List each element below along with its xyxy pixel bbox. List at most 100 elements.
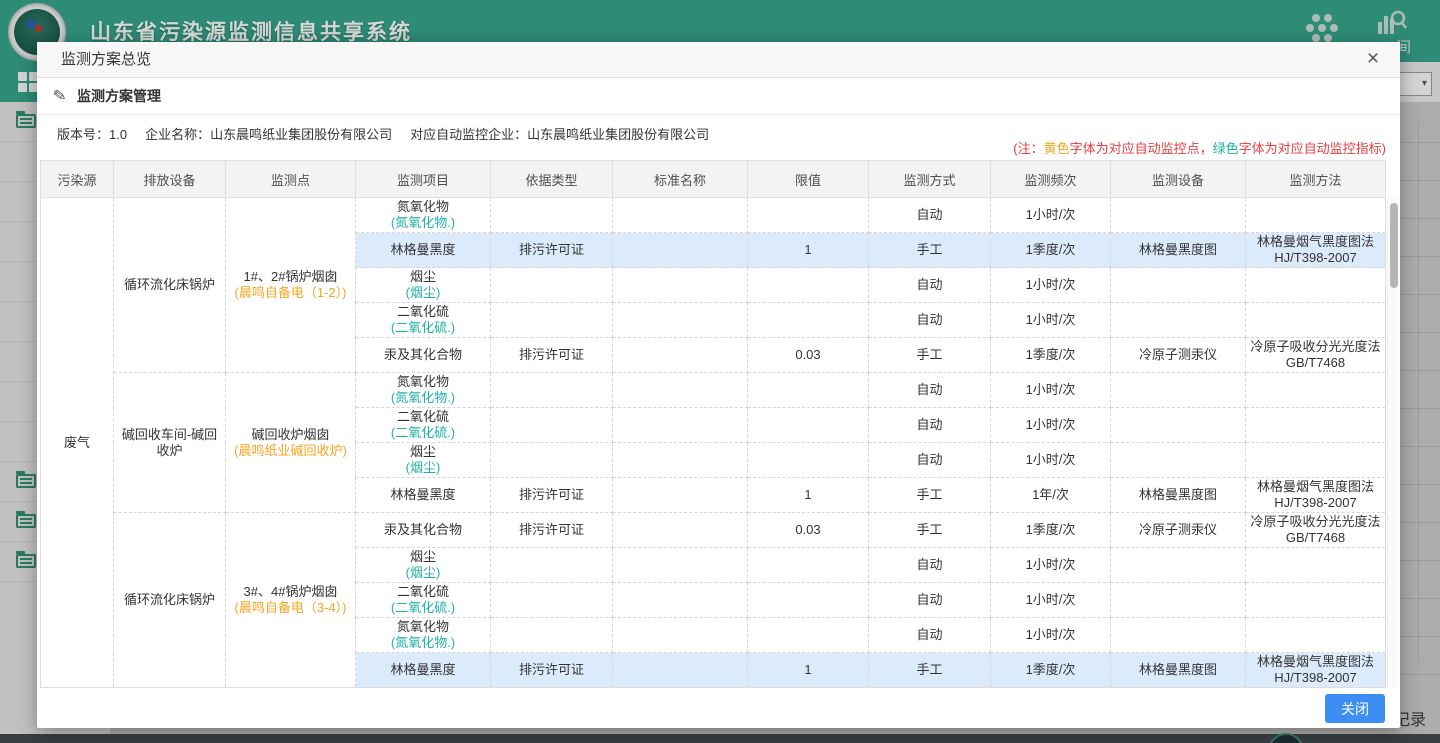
table-scrollbar[interactable] bbox=[1387, 197, 1399, 687]
standard-name-cell bbox=[613, 373, 748, 408]
monitor-mode-cell: 自动 bbox=[869, 198, 991, 233]
monitor-item-cell: 氮氧化物(氮氧化物.) bbox=[356, 618, 491, 653]
note-text: (注： bbox=[1013, 141, 1043, 156]
monitor-item-name: 林格曼黑度 bbox=[360, 487, 486, 503]
basis-type-cell: 排污许可证 bbox=[491, 478, 613, 513]
pen-icon: ✎ bbox=[52, 85, 68, 107]
monitor-item-cell: 汞及其化合物 bbox=[356, 513, 491, 548]
auto-monitor-indicator-name: (氮氧化物.) bbox=[360, 635, 486, 651]
monitor-method-cell bbox=[1246, 268, 1386, 303]
basis-type-cell bbox=[491, 548, 613, 583]
monitor-method-cell: 冷原子吸收分光光度法GB/T7468 bbox=[1246, 338, 1386, 373]
column-header: 监测项目 bbox=[356, 161, 491, 198]
note-text: 字体为对应自动监控指标) bbox=[1239, 141, 1386, 156]
monitor-device-cell bbox=[1111, 618, 1246, 653]
monitor-frequency-cell: 1小时/次 bbox=[991, 408, 1111, 443]
monitor-method-cell: 林格曼烟气黑度图法HJ/T398-2007 bbox=[1246, 233, 1386, 268]
column-header: 监测设备 bbox=[1111, 161, 1246, 198]
limit-value-cell bbox=[748, 373, 869, 408]
version-value: 1.0 bbox=[109, 127, 127, 142]
monitor-frequency-cell: 1季度/次 bbox=[991, 513, 1111, 548]
monitor-item-cell: 汞及其化合物 bbox=[356, 338, 491, 373]
monitor-frequency-cell: 1季度/次 bbox=[991, 338, 1111, 373]
basis-type-cell bbox=[491, 408, 613, 443]
standard-name-cell bbox=[613, 513, 748, 548]
color-legend-note: (注：黄色字体为对应自动监控点，绿色字体为对应自动监控指标) bbox=[1013, 138, 1386, 157]
version-label: 版本号： bbox=[57, 127, 109, 142]
equipment-cell: 循环流化床锅炉 bbox=[114, 513, 226, 688]
monitor-frequency-cell: 1小时/次 bbox=[991, 303, 1111, 338]
monitor-frequency-cell: 1季度/次 bbox=[991, 233, 1111, 268]
monitor-method-cell bbox=[1246, 303, 1386, 338]
monitor-mode-cell: 自动 bbox=[869, 443, 991, 478]
monitor-item-cell: 氮氧化物(氮氧化物.) bbox=[356, 198, 491, 233]
equipment-cell: 碱回收车间-碱回收炉 bbox=[114, 373, 226, 513]
column-header: 标准名称 bbox=[613, 161, 748, 198]
auto-monitor-point-name: (晨鸣自备电（3-4）) bbox=[230, 600, 351, 616]
monitor-method-cell bbox=[1246, 618, 1386, 653]
basis-type-cell bbox=[491, 443, 613, 478]
auto-company-value: 山东晨鸣纸业集团股份有限公司 bbox=[527, 127, 709, 142]
standard-name-cell bbox=[613, 338, 748, 373]
monitor-item-name: 汞及其化合物 bbox=[360, 522, 486, 538]
limit-value-cell bbox=[748, 408, 869, 443]
note-yellow-word: 黄色 bbox=[1044, 141, 1070, 156]
auto-monitor-indicator-name: (氮氧化物.) bbox=[360, 390, 486, 406]
standard-name-cell bbox=[613, 268, 748, 303]
standard-name-cell bbox=[613, 443, 748, 478]
monitor-item-cell: 二氧化硫(二氧化硫.) bbox=[356, 408, 491, 443]
auto-monitor-point-name: (晨鸣自备电（1-2）) bbox=[230, 285, 351, 301]
equipment-cell: 循环流化床锅炉 bbox=[114, 198, 226, 373]
monitor-frequency-cell: 1小时/次 bbox=[991, 373, 1111, 408]
monitor-mode-cell: 自动 bbox=[869, 618, 991, 653]
info-row: 版本号：1.0企业名称：山东晨鸣纸业集团股份有限公司对应自动监控企业：山东晨鸣纸… bbox=[37, 115, 1400, 160]
monitor-device-cell: 林格曼黑度图 bbox=[1111, 233, 1246, 268]
basis-type-cell: 排污许可证 bbox=[491, 653, 613, 688]
limit-value-cell bbox=[748, 548, 869, 583]
company-value: 山东晨鸣纸业集团股份有限公司 bbox=[210, 127, 392, 142]
plan-table-body: 废气循环流化床锅炉1#、2#锅炉烟囱(晨鸣自备电（1-2）)氮氧化物(氮氧化物.… bbox=[41, 198, 1386, 688]
monitor-item-name: 烟尘 bbox=[360, 444, 486, 460]
monitor-item-name: 二氧化硫 bbox=[360, 409, 486, 425]
company-label: 企业名称： bbox=[145, 127, 210, 142]
basis-type-cell bbox=[491, 303, 613, 338]
monitor-item-name: 氮氧化物 bbox=[360, 619, 486, 635]
monitoring-plan-table: 污染源排放设备监测点监测项目依据类型标准名称限值监测方式监测频次监测设备监测方法… bbox=[40, 160, 1386, 688]
table-header-row: 污染源排放设备监测点监测项目依据类型标准名称限值监测方式监测频次监测设备监测方法 bbox=[41, 161, 1386, 198]
monitor-item-cell: 林格曼黑度 bbox=[356, 233, 491, 268]
monitor-mode-cell: 自动 bbox=[869, 408, 991, 443]
table-row[interactable]: 废气循环流化床锅炉1#、2#锅炉烟囱(晨鸣自备电（1-2）)氮氧化物(氮氧化物.… bbox=[41, 198, 1386, 233]
monitor-item-cell: 烟尘(烟尘) bbox=[356, 548, 491, 583]
modal-title: 监测方案总览 bbox=[61, 42, 151, 78]
table-row[interactable]: 循环流化床锅炉3#、4#锅炉烟囱(晨鸣自备电（3-4）)汞及其化合物排污许可证0… bbox=[41, 513, 1386, 548]
plan-info-line: 版本号：1.0企业名称：山东晨鸣纸业集团股份有限公司对应自动监控企业：山东晨鸣纸… bbox=[57, 124, 727, 143]
monitor-method-cell bbox=[1246, 373, 1386, 408]
standard-name-cell bbox=[613, 303, 748, 338]
close-button[interactable]: 关闭 bbox=[1325, 694, 1385, 723]
limit-value-cell bbox=[748, 303, 869, 338]
monitor-method-cell: 林格曼烟气黑度图法HJ/T398-2007 bbox=[1246, 478, 1386, 513]
monitor-mode-cell: 手工 bbox=[869, 513, 991, 548]
basis-type-cell bbox=[491, 268, 613, 303]
modal-title-bar: 监测方案总览 × bbox=[37, 42, 1400, 78]
limit-value-cell: 1 bbox=[748, 653, 869, 688]
monitor-item-name: 烟尘 bbox=[360, 549, 486, 565]
monitor-point-cell: 1#、2#锅炉烟囱(晨鸣自备电（1-2）) bbox=[226, 198, 356, 373]
close-icon[interactable]: × bbox=[1360, 46, 1386, 72]
monitor-mode-cell: 手工 bbox=[869, 478, 991, 513]
auto-monitor-point-name: (晨鸣纸业碱回收炉) bbox=[230, 443, 351, 459]
auto-monitor-indicator-name: (烟尘) bbox=[360, 460, 486, 476]
monitor-device-cell bbox=[1111, 303, 1246, 338]
monitor-frequency-cell: 1小时/次 bbox=[991, 268, 1111, 303]
table-row[interactable]: 碱回收车间-碱回收炉碱回收炉烟囱(晨鸣纸业碱回收炉)氮氧化物(氮氧化物.)自动1… bbox=[41, 373, 1386, 408]
standard-name-cell bbox=[613, 653, 748, 688]
monitor-item-cell: 林格曼黑度 bbox=[356, 653, 491, 688]
plan-table-area: 污染源排放设备监测点监测项目依据类型标准名称限值监测方式监测频次监测设备监测方法… bbox=[37, 160, 1400, 687]
monitor-frequency-cell: 1小时/次 bbox=[991, 583, 1111, 618]
scrollbar-thumb[interactable] bbox=[1390, 203, 1398, 288]
column-header: 监测方法 bbox=[1246, 161, 1386, 198]
auto-monitor-indicator-name: (氮氧化物.) bbox=[360, 215, 486, 231]
monitor-device-cell: 林格曼黑度图 bbox=[1111, 478, 1246, 513]
column-header: 依据类型 bbox=[491, 161, 613, 198]
monitor-frequency-cell: 1季度/次 bbox=[991, 653, 1111, 688]
